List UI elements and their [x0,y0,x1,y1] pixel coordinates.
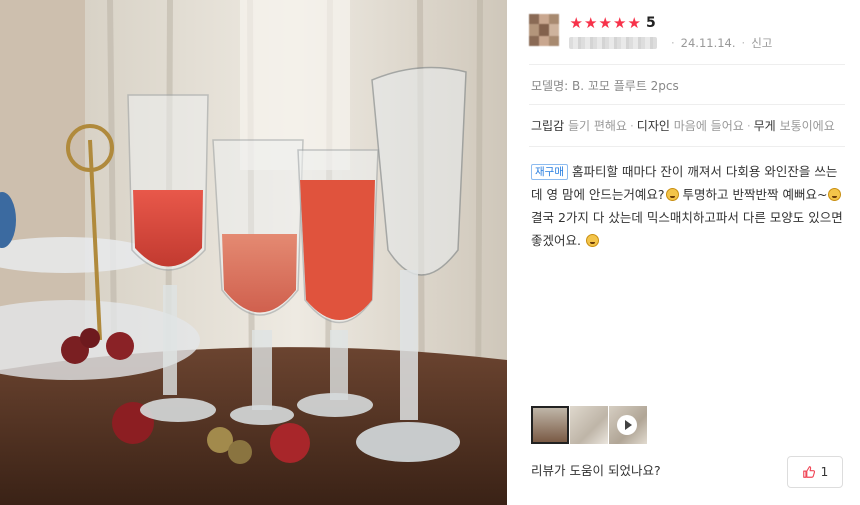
star-icon: ★ [569,14,583,32]
reviewer-header: ★ ★ ★ ★ ★ 5 · 24.11.14. · 신고 [529,14,849,50]
smiley-emoji-icon [585,234,599,247]
smiley-emoji-icon [665,188,679,201]
thumbs-up-icon [802,466,815,478]
product-option: 모델명: B. 꼬모 플루트 2pcs [531,79,679,93]
photo-thumbnails [531,406,647,444]
helpful-question: 리뷰가 도움이 되었나요? [531,463,661,478]
review-text: 재구매 홈파티할 때마다 잔이 깨져서 다회용 와인잔을 쓰는데 영 맘에 안드는… [531,160,843,252]
photo-thumbnail[interactable] [531,406,569,444]
review-attributes: 그립감 들기 편해요 · 디자인 마음에 들어요 · 무게 보통이에요 [531,118,835,134]
divider [529,146,845,147]
photo-illustration [0,0,507,505]
attr-value: 들기 편해요 [567,119,627,133]
review-text-part: 결국 2가지 다 샀는데 믹스매치하고파서 다른 모양도 있으면 좋겠어요. [531,210,843,248]
photo-thumbnail[interactable] [570,406,608,444]
star-rating: ★ ★ ★ ★ ★ [569,14,642,32]
play-icon [617,415,637,435]
star-icon: ★ [598,14,612,32]
attr-key: 그립감 [531,119,565,133]
meta-separator: · [741,36,746,50]
attr-value: 보통이에요 [779,119,835,133]
smiley-emoji-icon [828,188,842,201]
attr-separator: · [746,119,751,133]
divider [529,64,845,65]
star-icon: ★ [613,14,627,32]
helpful-button[interactable]: 1 [787,456,843,488]
like-count: 1 [820,465,829,479]
video-thumbnail[interactable] [609,406,647,444]
review-photo[interactable] [0,0,507,505]
review-meta: · 24.11.14. · 신고 [569,35,772,51]
meta-separator: · [671,36,675,50]
reviewer-name-blurred [569,37,657,49]
star-icon: ★ [627,14,641,32]
attr-separator: · [629,119,634,133]
attr-value: 마음에 들어요 [673,119,744,133]
report-link[interactable]: 신고 [751,35,772,51]
repurchase-badge: 재구매 [531,164,568,180]
attr-key: 무게 [753,119,776,133]
avatar[interactable] [529,14,559,46]
rating-value: 5 [646,15,656,31]
star-icon: ★ [584,14,598,32]
attr-key: 디자인 [636,119,670,133]
divider [529,104,845,105]
review-date: 24.11.14. [680,36,736,50]
review-text-part: 투명하고 반짝반짝 예뻐요~ [678,187,828,202]
review-panel: ★ ★ ★ ★ ★ 5 · 24.11.14. · 신고 모델명: B. 꼬모 … [507,0,860,505]
